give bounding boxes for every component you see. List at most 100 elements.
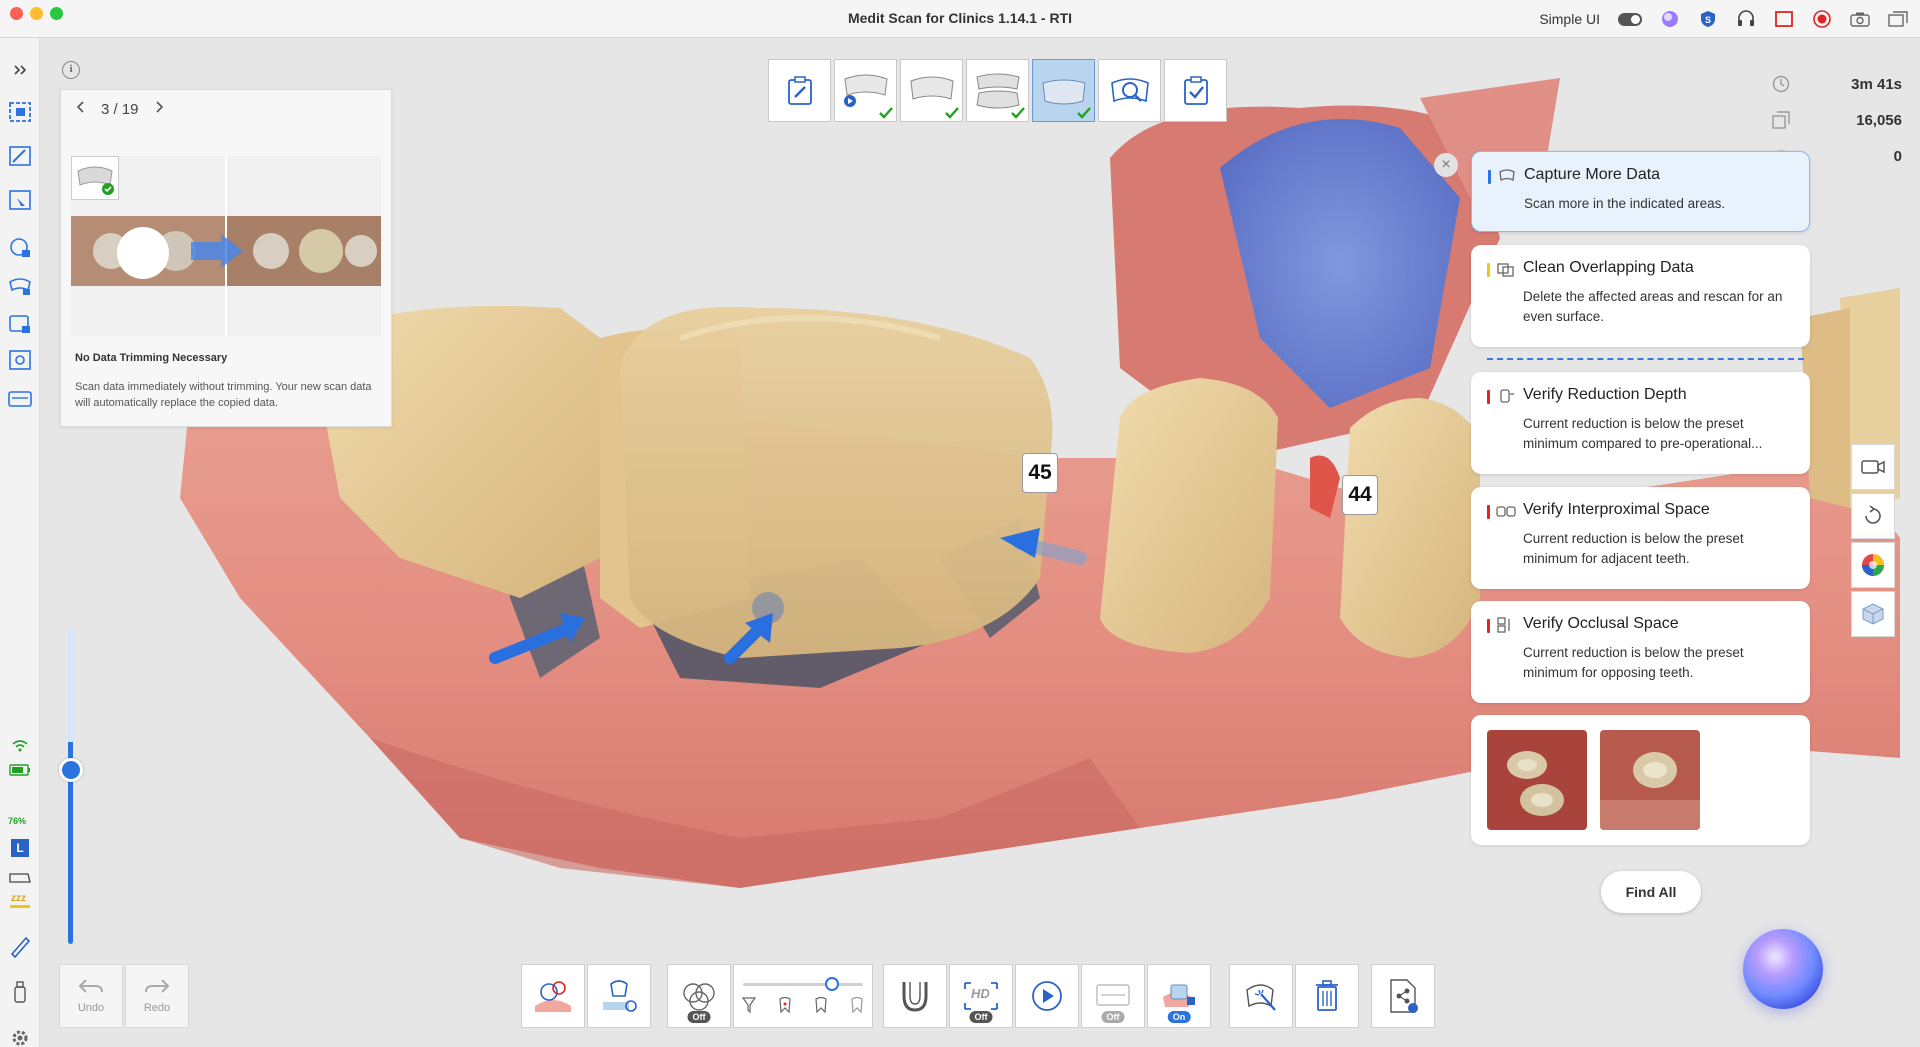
guide-description: Scan data immediately without trimming. …	[75, 381, 372, 409]
tooth-label-45[interactable]: 45	[1022, 453, 1058, 493]
card-status-bar	[1488, 170, 1491, 184]
overlap-icon	[1497, 263, 1514, 277]
full-arch-icon[interactable]	[6, 384, 34, 412]
edit-tools	[1229, 964, 1359, 1028]
shield-icon[interactable]: S	[1698, 9, 1718, 29]
filter-level-control[interactable]	[733, 964, 873, 1028]
lock-area-icon[interactable]	[6, 234, 34, 262]
tooth-outline-icon	[851, 996, 863, 1014]
rotate-icon	[1865, 505, 1881, 524]
video-camera-button[interactable]	[1851, 444, 1895, 490]
tooth-icon	[815, 996, 827, 1014]
card-capture-more-data[interactable]: Capture More Data Scan more in the indic…	[1471, 151, 1810, 232]
margin-analysis-icon	[535, 981, 571, 1012]
photo-thumbnail[interactable]	[1487, 730, 1587, 830]
export-share-button[interactable]	[1371, 964, 1435, 1028]
stage-maxilla[interactable]	[900, 59, 963, 122]
prev-page-icon[interactable]	[75, 100, 85, 118]
stage-order-form[interactable]	[768, 59, 831, 122]
third-stat: 0	[1893, 147, 1902, 165]
card-clean-overlapping-data[interactable]: Clean Overlapping Data Delete the affect…	[1471, 245, 1810, 347]
screen-capture-icon[interactable]	[1774, 9, 1794, 29]
info-icon[interactable]: i	[62, 61, 80, 79]
redo-button[interactable]: Redo	[125, 964, 189, 1028]
edit-selection-icon[interactable]	[6, 142, 34, 170]
hd-mode-button[interactable]: HD Off	[949, 964, 1013, 1028]
battery-icon	[6, 756, 34, 784]
stage-mandible[interactable]	[1032, 59, 1095, 122]
file-share-icon	[1390, 979, 1418, 1013]
inspect-arch-icon	[1110, 77, 1149, 102]
simple-ui-toggle[interactable]	[1618, 12, 1642, 26]
capture-data-icon	[1499, 169, 1515, 181]
ai-orb-icon[interactable]	[1660, 9, 1680, 29]
sleep-icon: zzz	[6, 886, 34, 914]
capture-region-icon[interactable]	[6, 346, 34, 374]
record-icon[interactable]	[1812, 9, 1832, 29]
teeth-lock-icon[interactable]	[6, 272, 34, 300]
card-status-bar	[1487, 505, 1490, 519]
opacity-slider[interactable]	[68, 628, 73, 944]
headset-icon[interactable]	[1736, 9, 1756, 29]
opacity-slider-knob[interactable]	[59, 758, 83, 782]
settings-gear-icon[interactable]	[6, 1024, 34, 1047]
lock-scan-button[interactable]: On	[1147, 964, 1211, 1028]
card-verify-occlusal-space[interactable]: Verify Occlusal Space Current reduction …	[1471, 601, 1810, 703]
ai-scan-button[interactable]: Off	[1081, 964, 1145, 1028]
reset-view-button[interactable]	[1851, 493, 1895, 539]
ai-scan-icon	[1096, 984, 1130, 1006]
filter-tools: Off	[667, 964, 873, 1028]
window-layout-icon[interactable]	[1888, 9, 1908, 29]
tooth-filter-button[interactable]: Off	[667, 964, 731, 1028]
left-sidebar: 76% L zzz	[0, 38, 40, 1047]
camera-icon[interactable]	[1850, 9, 1870, 29]
delete-button[interactable]	[1295, 964, 1359, 1028]
card-status-bar	[1487, 263, 1490, 277]
guide-pagination: 3 / 19	[75, 100, 165, 118]
left-arch-badge: L	[6, 834, 34, 862]
play-button[interactable]	[1015, 964, 1079, 1028]
undo-button[interactable]: Undo	[59, 964, 123, 1028]
find-all-button[interactable]: Find All	[1601, 871, 1701, 913]
ai-assistant-orb[interactable]	[1743, 929, 1823, 1009]
arch-mode-button[interactable]	[883, 964, 947, 1028]
filter-level-slider[interactable]	[743, 977, 863, 991]
guide-panel: 3 / 19 No Data Trimming Necessary Scan d…	[60, 89, 392, 427]
clipboard-edit-icon	[787, 75, 812, 105]
stage-pre-op[interactable]	[834, 59, 897, 122]
tooth-label-44[interactable]: 44	[1342, 475, 1378, 515]
select-area-icon[interactable]	[6, 186, 34, 214]
card-verify-reduction-depth[interactable]: Verify Reduction Depth Current reduction…	[1471, 372, 1810, 474]
frame-count: 16,056	[1856, 111, 1902, 129]
undo-icon	[78, 979, 103, 993]
scanner-icon[interactable]	[6, 932, 34, 960]
tooth-dot-icon	[779, 996, 791, 1014]
stage-inspection[interactable]	[1098, 59, 1161, 122]
svg-text:S: S	[1705, 15, 1711, 25]
color-mode-button[interactable]	[1851, 542, 1895, 588]
margin-analysis-button[interactable]	[521, 964, 585, 1028]
cube-icon	[1862, 603, 1884, 625]
intraoral-photos	[1471, 715, 1810, 845]
card-status-bar	[1487, 619, 1490, 633]
next-page-icon[interactable]	[155, 100, 165, 118]
close-cards-button[interactable]: ×	[1434, 153, 1458, 177]
clock-icon	[1772, 75, 1790, 93]
magic-trim-icon	[1246, 984, 1276, 1011]
tooth-lock-icon[interactable]	[6, 310, 34, 338]
scan-area-icon[interactable]	[6, 98, 34, 126]
expand-sidebar-icon[interactable]	[6, 56, 34, 84]
stage-complete[interactable]	[1164, 59, 1227, 122]
view-cube-button[interactable]	[1851, 591, 1895, 637]
bottle-icon[interactable]	[6, 978, 34, 1006]
scan-inspect-button[interactable]	[587, 964, 651, 1028]
card-verify-interproximal-space[interactable]: Verify Interproximal Space Current reduc…	[1471, 487, 1810, 589]
color-wheel-icon	[1862, 554, 1884, 576]
analysis-tools	[521, 964, 651, 1028]
hd-icon: HD	[964, 982, 998, 1010]
redo-label: Redo	[143, 1002, 171, 1014]
simple-ui-label: Simple UI	[1539, 11, 1600, 27]
stage-occlusion[interactable]	[966, 59, 1029, 122]
photo-thumbnail[interactable]	[1600, 730, 1700, 830]
smart-trim-button[interactable]	[1229, 964, 1293, 1028]
